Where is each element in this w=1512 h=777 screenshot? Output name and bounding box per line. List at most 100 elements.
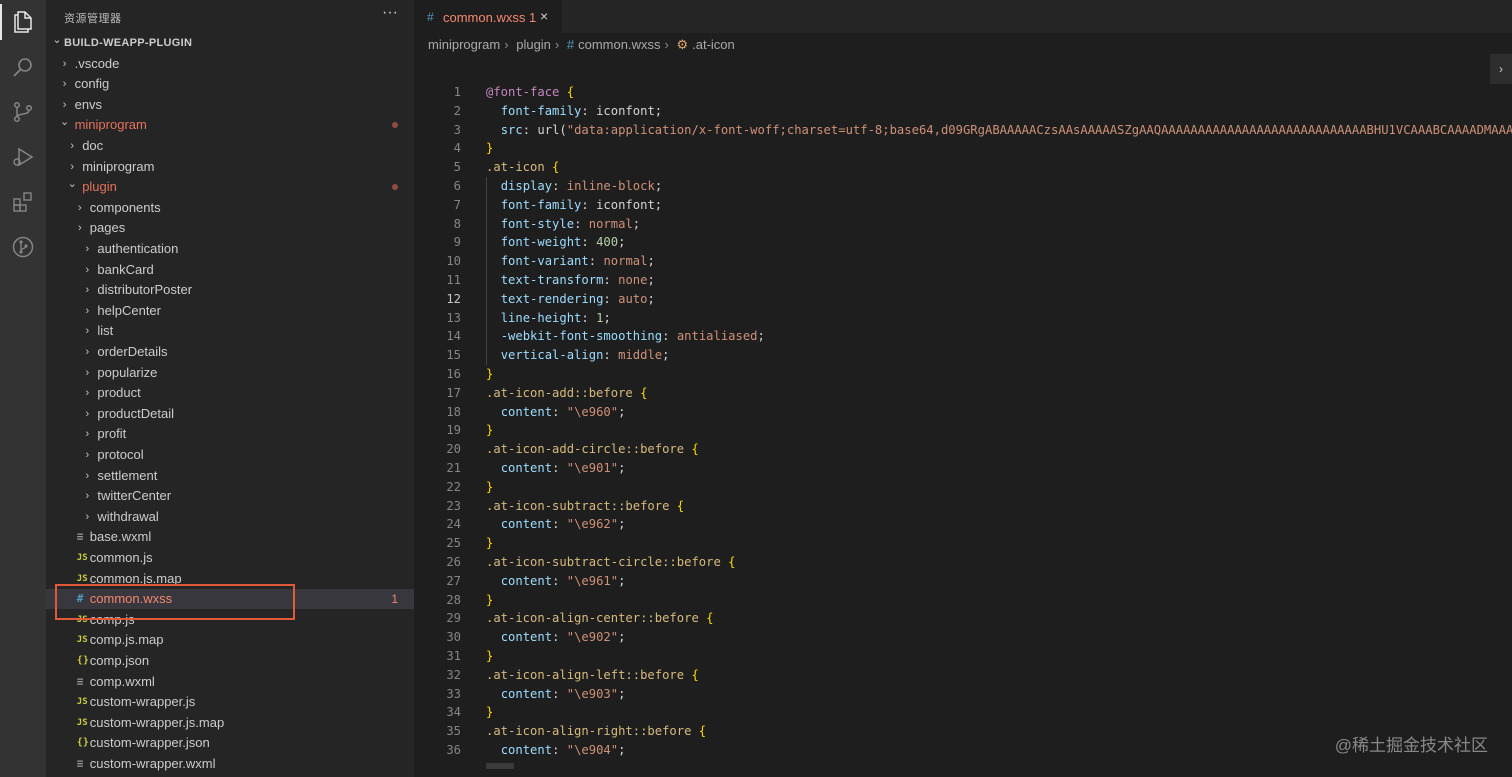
more-actions-icon[interactable]: ··· — [382, 4, 398, 22]
folder-item[interactable]: › productDetail — [46, 404, 414, 424]
folder-item[interactable]: › product — [46, 383, 414, 403]
line-number: 9 — [453, 235, 461, 250]
folder-item[interactable]: › config — [46, 74, 414, 94]
folder-item[interactable]: › authentication — [46, 239, 414, 259]
code-line[interactable]: 18 content: "\e960"; — [414, 403, 1512, 422]
folder-item[interactable]: › protocol — [46, 445, 414, 465]
code-line[interactable]: 27 content: "\e961"; — [414, 572, 1512, 591]
run-debug-icon[interactable] — [9, 143, 37, 171]
code-line[interactable]: 5 .at-icon { — [414, 158, 1512, 177]
file-item[interactable]: {} custom-wrapper.json — [46, 733, 414, 753]
code-line[interactable]: 34} — [414, 703, 1512, 722]
folder-item[interactable]: › miniprogram — [46, 157, 414, 177]
file-item[interactable]: JS custom-wrapper.js — [46, 692, 414, 712]
code-line[interactable]: 8 font-style: normal; — [414, 215, 1512, 234]
code-token: font-weight — [500, 235, 582, 250]
code-line[interactable]: 24 content: "\e962"; — [414, 515, 1512, 534]
code-line[interactable]: 13 line-height: 1; — [414, 309, 1512, 328]
code-line[interactable]: 21 content: "\e901"; — [414, 459, 1512, 478]
file-item[interactable]: ≡ comp.wxml — [46, 672, 414, 692]
code-line[interactable]: 11 text-transform: none; — [414, 271, 1512, 290]
code-token: "\e962" — [566, 517, 619, 532]
tree-item-label: custom-wrapper.wxml — [89, 756, 216, 771]
tab-common-wxss[interactable]: # common.wxss 1 × — [414, 0, 562, 34]
folder-item[interactable]: › profit — [46, 424, 414, 444]
code-line[interactable]: 4} — [414, 139, 1512, 158]
folder-item[interactable]: › pages — [46, 218, 414, 238]
code-token: : — [588, 254, 604, 269]
code-token: content — [500, 404, 553, 419]
breadcrumb-item[interactable]: .at-icon — [692, 37, 735, 52]
code-line[interactable]: 30 content: "\e902"; — [414, 628, 1512, 647]
horizontal-scrollbar[interactable] — [486, 763, 514, 769]
code-line[interactable]: 9 font-weight: 400; — [414, 233, 1512, 252]
chevron-right-icon: › — [70, 140, 75, 152]
folder-item[interactable]: › twitterCenter — [46, 486, 414, 506]
code-line[interactable]: 2 font-family: iconfont; — [414, 102, 1512, 121]
file-item[interactable]: JS custom-wrapper.js.map — [46, 713, 414, 733]
code-line[interactable]: 10 font-variant: normal; — [414, 252, 1512, 271]
code-line[interactable]: 33 content: "\e903"; — [414, 685, 1512, 704]
file-item[interactable]: ≡ base.wxml — [46, 527, 414, 547]
breadcrumb-item[interactable]: common.wxss — [578, 37, 660, 52]
code-line[interactable]: 28} — [414, 591, 1512, 610]
git-graph-icon[interactable] — [9, 233, 37, 261]
folder-item[interactable]: › .vscode — [46, 54, 414, 74]
code-line[interactable]: 19} — [414, 421, 1512, 440]
source-control-icon[interactable] — [9, 98, 37, 126]
folder-item[interactable]: › envs — [46, 95, 414, 115]
code-token: : — [581, 310, 597, 325]
search-icon[interactable] — [9, 53, 37, 81]
code-line[interactable]: 12 text-rendering: auto; — [414, 290, 1512, 309]
line-source: .at-icon-align-center::before { — [486, 609, 713, 628]
json-file-icon: {} — [76, 737, 89, 749]
folder-item[interactable]: › settlement — [46, 466, 414, 486]
code-line[interactable]: 15 vertical-align: middle; — [414, 346, 1512, 365]
chevron-right-icon[interactable]: › — [1490, 54, 1512, 84]
line-number: 33 — [446, 686, 461, 701]
code-line[interactable]: 29 .at-icon-align-center::before { — [414, 609, 1512, 628]
file-item[interactable]: JS comp.js.map — [46, 630, 414, 650]
file-item[interactable]: {} comp.json — [46, 651, 414, 671]
breadcrumb-item[interactable]: miniprogram — [428, 37, 500, 52]
workspace-root[interactable]: ⌄ BUILD-WEAPP-PLUGIN — [46, 33, 414, 53]
folder-item[interactable]: › doc — [46, 136, 414, 156]
folder-item[interactable]: › popularize — [46, 363, 414, 383]
code-line[interactable]: 3 src: url("data:application/x-font-woff… — [414, 121, 1512, 140]
code-line[interactable]: 14 -webkit-font-smoothing: antialiased; — [414, 327, 1512, 346]
code-line[interactable]: 23 .at-icon-subtract::before { — [414, 497, 1512, 516]
file-item[interactable]: ≡ custom-wrapper.wxml — [46, 754, 414, 774]
folder-item[interactable]: › list — [46, 321, 414, 341]
code-line[interactable]: 25} — [414, 534, 1512, 553]
code-line[interactable]: 26 .at-icon-subtract-circle::before { — [414, 553, 1512, 572]
line-source: } — [486, 365, 493, 384]
code-token: ; — [618, 743, 626, 757]
files-icon[interactable] — [9, 8, 37, 36]
extensions-icon[interactable] — [9, 188, 37, 216]
code-token: } — [486, 367, 494, 381]
folder-item[interactable]: › withdrawal — [46, 507, 414, 527]
line-source: content: "\e904"; — [486, 741, 626, 760]
file-item[interactable]: JS common.js — [46, 548, 414, 568]
folder-item[interactable]: › orderDetails — [46, 342, 414, 362]
folder-item[interactable]: › helpCenter — [46, 301, 414, 321]
code-line[interactable]: 32 .at-icon-align-left::before { — [414, 666, 1512, 685]
folder-item[interactable]: ⌄ miniprogram — [46, 115, 414, 135]
js-file-icon: JS — [76, 717, 88, 728]
code-line[interactable]: 20 .at-icon-add-circle::before { — [414, 440, 1512, 459]
folder-item[interactable]: › distributorPoster — [46, 280, 414, 300]
code-line[interactable]: 1 @font-face { — [414, 83, 1512, 102]
code-line[interactable]: 31} — [414, 647, 1512, 666]
editor-area: # common.wxss 1 × miniprogram › plugin › #… — [414, 0, 1512, 777]
code-line[interactable]: 6 display: inline-block; — [414, 177, 1512, 196]
code-line[interactable]: 7 font-family: iconfont; — [414, 196, 1512, 215]
folder-item[interactable]: › components — [46, 198, 414, 218]
chevron-right-icon: › — [85, 304, 90, 317]
code-line[interactable]: 17 .at-icon-add::before { — [414, 384, 1512, 403]
breadcrumb-item[interactable]: plugin — [516, 37, 551, 52]
folder-item[interactable]: › bankCard — [46, 260, 414, 280]
code-line[interactable]: 16} — [414, 365, 1512, 384]
folder-item[interactable]: ⌄ plugin — [46, 177, 414, 197]
code-line[interactable]: 22} — [414, 478, 1512, 497]
close-icon[interactable]: × — [540, 8, 548, 24]
